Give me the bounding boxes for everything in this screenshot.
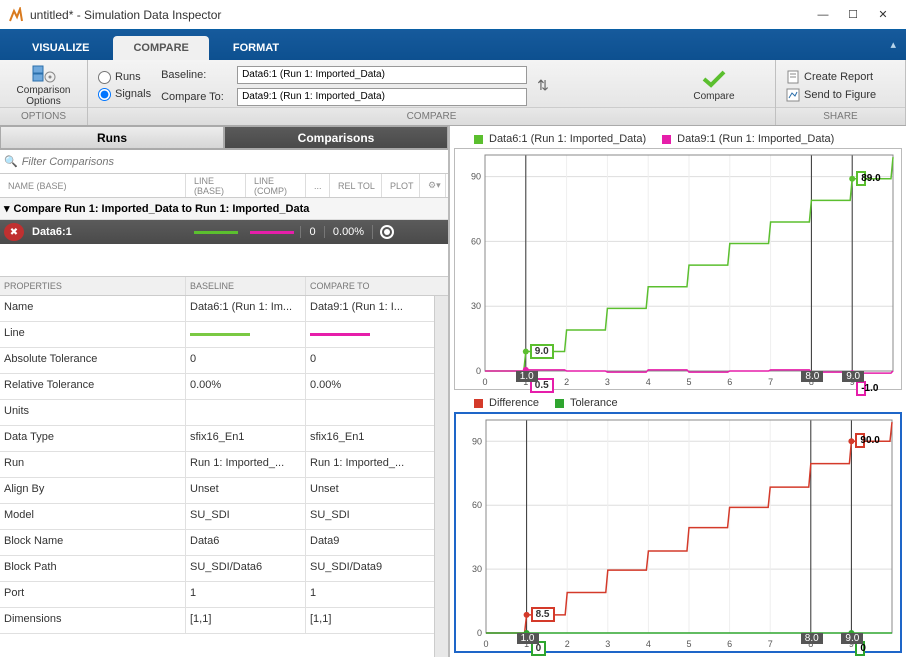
send-to-figure-button[interactable]: Send to Figure	[786, 88, 876, 102]
options-icon	[32, 65, 56, 83]
property-row: Data Typesfix16_En1sfix16_En1	[0, 426, 434, 452]
svg-text:0: 0	[477, 628, 482, 638]
tab-compare[interactable]: COMPARE	[113, 36, 208, 60]
group-label-share: SHARE	[776, 107, 905, 125]
swap-button[interactable]: ⇅	[537, 77, 549, 94]
svg-text:7: 7	[768, 639, 773, 649]
svg-text:4: 4	[646, 377, 651, 387]
left-pane: Runs Comparisons 🔍 NAME (BASE) LINE (BAS…	[0, 126, 450, 657]
create-report-button[interactable]: Create Report	[786, 70, 876, 84]
tab-visualize[interactable]: VISUALIZE	[12, 36, 109, 60]
search-icon: 🔍	[4, 155, 18, 168]
chart2-legend: Difference Tolerance	[454, 394, 902, 412]
svg-text:2: 2	[565, 639, 570, 649]
close-button[interactable]: ✕	[868, 5, 898, 25]
property-row: Align ByUnsetUnset	[0, 478, 434, 504]
svg-text:6: 6	[727, 639, 732, 649]
chart-difference-tolerance[interactable]: 030609001234567898.590.0001.08.09.0	[454, 412, 902, 653]
right-pane: Data6:1 (Run 1: Imported_Data) Data9:1 (…	[450, 126, 906, 657]
property-row: Block PathSU_SDI/Data6SU_SDI/Data9	[0, 556, 434, 582]
baseline-label: Baseline:	[161, 69, 231, 81]
property-row: RunRun 1: Imported_...Run 1: Imported_..…	[0, 452, 434, 478]
group-label-options: OPTIONS	[0, 107, 87, 125]
baseline-input[interactable]	[237, 66, 527, 84]
subtab-runs[interactable]: Runs	[0, 126, 224, 149]
filter-input[interactable]	[22, 156, 444, 168]
svg-text:30: 30	[471, 301, 481, 311]
radio-signals[interactable]: Signals	[98, 88, 151, 101]
chevron-down-icon: ▾	[4, 202, 10, 215]
figure-icon	[786, 88, 800, 102]
property-row: Absolute Tolerance00	[0, 348, 434, 374]
property-row: Line	[0, 322, 434, 348]
checkmark-icon	[701, 69, 727, 89]
svg-text:0: 0	[483, 639, 488, 649]
maximize-button[interactable]: ☐	[838, 5, 868, 25]
compareto-input[interactable]	[237, 88, 527, 106]
toolstrip: Comparison Options OPTIONS Runs Signals …	[0, 60, 906, 126]
property-row: Port11	[0, 582, 434, 608]
svg-text:90: 90	[471, 172, 481, 182]
scrollbar[interactable]	[434, 296, 448, 657]
compare-group-row[interactable]: ▾ Compare Run 1: Imported_Data to Run 1:…	[0, 198, 448, 220]
svg-text:60: 60	[471, 236, 481, 246]
main-area: Runs Comparisons 🔍 NAME (BASE) LINE (BAS…	[0, 126, 906, 657]
svg-text:60: 60	[472, 500, 482, 510]
chart-baseline-compare[interactable]: 030609001234567899.089.00.5-1.01.08.09.0	[454, 148, 902, 390]
matlab-icon	[8, 7, 24, 23]
property-row: Relative Tolerance0.00%0.00%	[0, 374, 434, 400]
collapse-toolstrip-icon[interactable]: ▴	[890, 38, 896, 51]
svg-text:3: 3	[605, 377, 610, 387]
error-badge-icon: ✖	[4, 223, 24, 241]
properties-table[interactable]: NameData6:1 (Run 1: Im...Data9:1 (Run 1:…	[0, 296, 434, 657]
column-headers: NAME (BASE) LINE (BASE) LINE (COMP) ... …	[0, 174, 448, 198]
compare-button[interactable]: Compare	[663, 69, 765, 102]
svg-text:7: 7	[768, 377, 773, 387]
group-label-compare: COMPARE	[88, 107, 775, 125]
window-title: untitled* - Simulation Data Inspector	[30, 8, 808, 22]
radio-runs[interactable]: Runs	[98, 71, 151, 84]
property-row: Dimensions[1,1][1,1]	[0, 608, 434, 634]
svg-text:30: 30	[472, 564, 482, 574]
plot-radio[interactable]	[372, 225, 400, 239]
svg-text:5: 5	[686, 377, 691, 387]
property-row: ModelSU_SDISU_SDI	[0, 504, 434, 530]
compareto-label: Compare To:	[161, 91, 231, 103]
property-row: NameData6:1 (Run 1: Im...Data9:1 (Run 1:…	[0, 296, 434, 322]
signal-row-data6[interactable]: ✖ Data6:1 0 0.00%	[0, 220, 448, 244]
svg-text:5: 5	[686, 639, 691, 649]
properties-header: PROPERTIES BASELINE COMPARE TO	[0, 276, 448, 296]
svg-text:2: 2	[564, 377, 569, 387]
svg-text:0: 0	[482, 377, 487, 387]
property-row: Units	[0, 400, 434, 426]
svg-text:3: 3	[605, 639, 610, 649]
svg-text:6: 6	[727, 377, 732, 387]
comparison-options-button[interactable]: Comparison Options	[10, 64, 77, 107]
tab-format[interactable]: FORMAT	[213, 36, 299, 60]
svg-text:4: 4	[646, 639, 651, 649]
minimize-button[interactable]: —	[808, 5, 838, 25]
report-icon	[786, 70, 800, 84]
titlebar: untitled* - Simulation Data Inspector — …	[0, 0, 906, 30]
svg-text:90: 90	[472, 436, 482, 446]
property-row: Block NameData6Data9	[0, 530, 434, 556]
subtab-comparisons[interactable]: Comparisons	[224, 126, 448, 149]
toolstrip-tabs: VISUALIZE COMPARE FORMAT ▴	[0, 30, 906, 60]
svg-text:0: 0	[476, 366, 481, 376]
chart1-legend: Data6:1 (Run 1: Imported_Data) Data9:1 (…	[454, 130, 902, 148]
